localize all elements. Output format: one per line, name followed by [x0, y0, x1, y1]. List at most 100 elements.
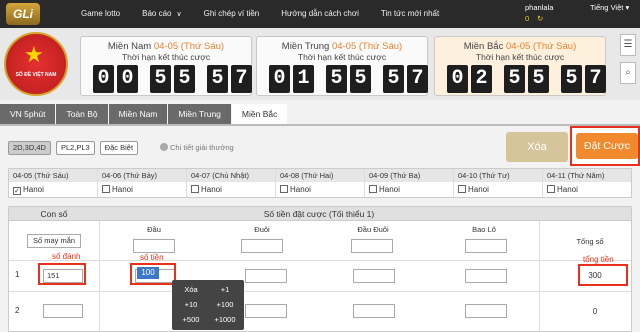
date-column: 04-08 (Thứ Hai) Hanoi	[276, 169, 365, 197]
checkbox-icon	[191, 185, 199, 193]
search-document-icon[interactable]: ⌕	[620, 62, 636, 84]
side-toolbar: ☰ ⌕	[620, 34, 638, 90]
nav-game-lotto[interactable]: Game lotto	[70, 0, 131, 28]
user-balance: 0	[525, 14, 530, 23]
date-checkbox[interactable]: Hanoi	[454, 182, 542, 197]
region-name: Miền Trung	[281, 41, 330, 52]
region-title: Miền Nam 04-05 (Thứ Sáu)	[81, 41, 251, 52]
date-label: 04-08 (Thứ Hai)	[276, 169, 364, 182]
keypad-plus-1000[interactable]: +1000	[208, 313, 242, 327]
lucky-number-button[interactable]: Số may mắn	[27, 234, 81, 248]
keypad-plus-500[interactable]: +500	[174, 313, 208, 327]
nav-report-label: Báo cáo	[142, 9, 172, 18]
refresh-icon[interactable]: ↻	[537, 14, 543, 23]
option-pl2-pl3[interactable]: PL2,PL3	[55, 141, 95, 155]
region-card-mien-trung[interactable]: Miền Trung 04-05 (Thứ Sáu) Thời hạn kết …	[256, 36, 428, 96]
countdown-digit: 7	[407, 65, 428, 93]
language-selector[interactable]: Tiếng Việt ▾	[590, 3, 629, 12]
dau-duoi-input[interactable]	[353, 269, 395, 283]
checkbox-icon	[369, 185, 377, 193]
date-region: Hanoi	[112, 185, 133, 194]
main-nav: Game lotto Báo cáo ∨ Ghi chép ví tiền Hướ…	[70, 0, 450, 28]
date-label: 04-06 (Thứ Bảy)	[98, 169, 186, 182]
document-icon[interactable]: ☰	[620, 34, 636, 56]
date-checkbox[interactable]: Hanoi	[276, 182, 364, 197]
chevron-down-icon: ∨	[176, 11, 182, 18]
emblem-text: SỐ ĐỀ VIỆT NAM	[15, 72, 57, 78]
countdown-digit: 0	[93, 65, 114, 93]
dau-duoi-all-input[interactable]	[351, 239, 393, 253]
date-label: 04-07 (Chủ Nhật)	[187, 169, 275, 182]
draw-dates: 04-05 (Thứ Sáu) ✓ Hanoi 04-06 (Thứ Bảy) H…	[8, 168, 632, 198]
tab-vn-5phut[interactable]: VN 5phút	[0, 104, 56, 124]
number-input[interactable]	[43, 304, 83, 318]
duoi-input[interactable]	[245, 304, 287, 318]
checkbox-icon	[280, 185, 288, 193]
prize-detail-link[interactable]: Chi tiết giải thưởng	[160, 143, 234, 152]
emblem-logo: ★ SỐ ĐỀ VIỆT NAM	[4, 32, 68, 96]
prize-detail-label: Chi tiết giải thưởng	[170, 143, 234, 152]
selected-stake-value[interactable]: 100	[137, 267, 159, 279]
place-bet-button[interactable]: Đặt Cược	[576, 133, 638, 159]
header-amount: Số tiền đặt cược (Tối thiểu 1)	[263, 209, 375, 219]
column-dau: Đầu	[147, 225, 161, 234]
countdown-digit: 2	[471, 65, 492, 93]
checkbox-icon	[458, 185, 466, 193]
region-title: Miền Bắc 04-05 (Thứ Sáu)	[435, 41, 605, 52]
region-subtitle: Thời hạn kết thúc cược	[475, 52, 565, 62]
date-region: Hanoi	[468, 185, 489, 194]
date-region: Hanoi	[201, 185, 222, 194]
keypad-clear[interactable]: Xóa	[174, 283, 208, 297]
nav-wallet-log[interactable]: Ghi chép ví tiền	[193, 0, 271, 28]
duoi-all-input[interactable]	[241, 239, 283, 253]
region-card-mien-bac[interactable]: Miền Bắc 04-05 (Thứ Sáu) Thời hạn kết th…	[434, 36, 606, 96]
keypad-plus-100[interactable]: +100	[208, 298, 242, 312]
nav-news[interactable]: Tin tức mới nhất	[370, 0, 450, 28]
region-subtitle: Thời hạn kết thúc cược	[121, 52, 211, 62]
date-column: 04-10 (Thứ Tư) Hanoi	[454, 169, 543, 197]
tab-toan-bo[interactable]: Toàn Bộ	[56, 104, 108, 124]
username: phanlala	[525, 3, 554, 12]
date-checkbox[interactable]: Hanoi	[365, 182, 453, 197]
language-label: Tiếng Việt	[590, 3, 624, 12]
brand-logo[interactable]: GLi	[6, 3, 40, 25]
place-bet-highlight: Đặt Cược	[570, 126, 640, 166]
region-name: Miền Bắc	[463, 41, 504, 52]
date-checkbox[interactable]: Hanoi	[98, 182, 186, 197]
column-duoi: Đuôi	[254, 225, 270, 234]
keypad-plus-1[interactable]: +1	[208, 283, 242, 297]
duoi-input[interactable]	[245, 269, 287, 283]
bao-lo-all-input[interactable]	[465, 239, 507, 253]
bao-lo-input[interactable]	[465, 269, 507, 283]
date-column: 04-05 (Thứ Sáu) ✓ Hanoi	[9, 169, 98, 197]
nav-how-to-play[interactable]: Hướng dẫn cách chơi	[270, 0, 370, 28]
date-checkbox[interactable]: ✓ Hanoi	[9, 182, 97, 197]
keypad-plus-10[interactable]: +10	[174, 298, 208, 312]
dau-all-input[interactable]	[133, 239, 175, 253]
region-title: Miền Trung 04-05 (Thứ Sáu)	[257, 41, 427, 52]
row-total: 0	[592, 307, 598, 316]
dau-duoi-input[interactable]	[353, 304, 395, 318]
date-checkbox[interactable]: Hanoi	[543, 182, 631, 197]
date-checkbox[interactable]: Hanoi	[187, 182, 275, 197]
checkbox-icon	[547, 185, 555, 193]
countdown-digit: 5	[561, 65, 582, 93]
bao-lo-input[interactable]	[465, 304, 507, 318]
option-dac-biet[interactable]: Đặc Biệt	[99, 141, 139, 155]
checkbox-checked-icon: ✓	[13, 187, 21, 195]
tab-mien-bac[interactable]: Miền Bắc	[231, 104, 288, 124]
countdown-digits: 0 1 5 5 5 7	[269, 65, 428, 93]
nav-report[interactable]: Báo cáo ∨	[131, 0, 192, 28]
date-label: 04-09 (Thứ Ba)	[365, 169, 453, 182]
countdown-digit: 0	[447, 65, 468, 93]
date-region: Hanoi	[379, 185, 400, 194]
tab-mien-nam[interactable]: Miền Nam	[108, 104, 168, 124]
countdown-digit: 7	[231, 65, 252, 93]
date-column: 04-06 (Thứ Bảy) Hanoi	[98, 169, 187, 197]
countdown-digit: 5	[350, 65, 371, 93]
clear-button[interactable]: Xóa	[506, 132, 568, 162]
tab-mien-trung[interactable]: Miền Trung	[168, 104, 231, 124]
option-2d-3d-4d[interactable]: 2D,3D,4D	[8, 141, 51, 155]
date-label: 04-11 (Thứ Năm)	[543, 169, 631, 182]
region-card-mien-nam[interactable]: Miền Nam 04-05 (Thứ Sáu) Thời hạn kết th…	[80, 36, 252, 96]
